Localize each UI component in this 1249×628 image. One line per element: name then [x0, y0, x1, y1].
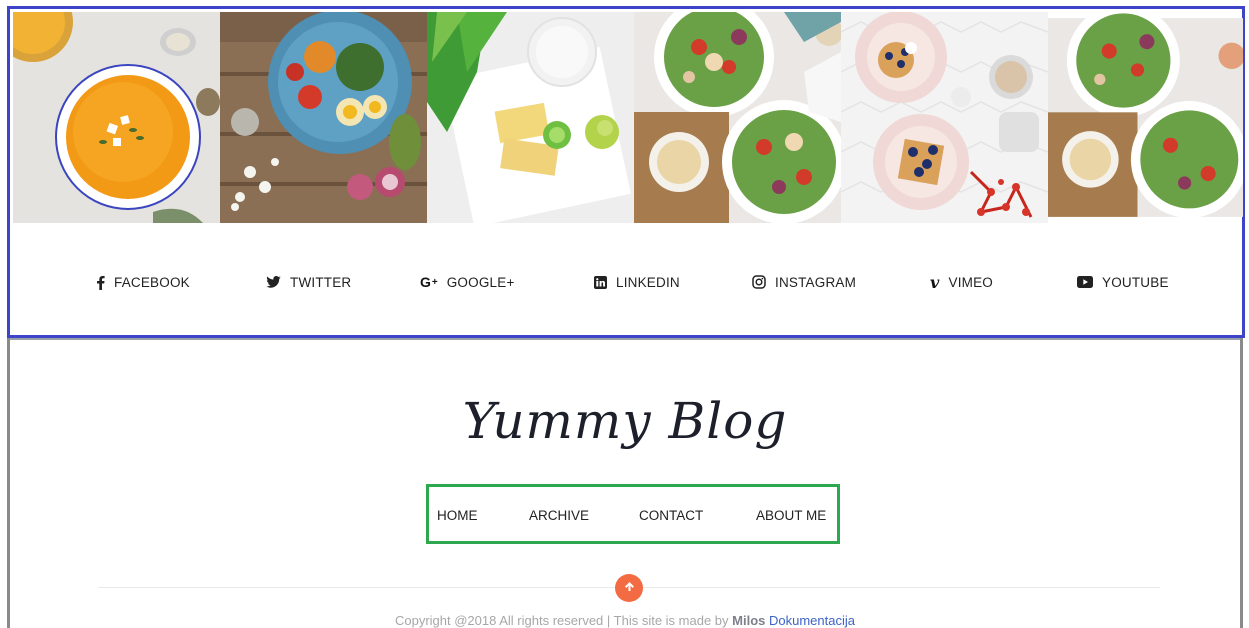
waffles-photo[interactable] — [841, 12, 1048, 223]
linkedin-icon — [594, 275, 607, 289]
linkedin-label: LINKEDIN — [616, 274, 680, 290]
nav-contact[interactable]: CONTACT — [639, 508, 703, 523]
google-plus-label: GOOGLE+ — [446, 274, 515, 290]
social-links-bar: FACEBOOK TWITTER G + GOOGLE+ LINKEDIN INS… — [10, 223, 1242, 338]
blog-logo[interactable]: Yummy Blog — [10, 392, 1240, 450]
facebook-icon — [96, 275, 105, 290]
scroll-to-top-button[interactable] — [615, 574, 643, 602]
linkedin-link[interactable]: LINKEDIN — [594, 271, 680, 293]
main-nav: HOME ARCHIVE CONTACT ABOUT ME — [426, 484, 840, 544]
facebook-link[interactable]: FACEBOOK — [96, 271, 190, 293]
instagram-icon — [752, 275, 766, 289]
sandwich-plate-photo[interactable] — [427, 12, 634, 223]
google-plus-icon: G + — [420, 274, 438, 290]
nav-home[interactable]: HOME — [437, 508, 478, 523]
google-plus-link[interactable]: G + GOOGLE+ — [420, 271, 515, 293]
pumpkin-soup-photo[interactable] — [13, 12, 220, 223]
salad-bowl-photo[interactable] — [220, 12, 427, 223]
instagram-feed-section: FACEBOOK TWITTER G + GOOGLE+ LINKEDIN INS… — [7, 6, 1245, 338]
arrow-up-icon — [624, 579, 635, 597]
instagram-link[interactable]: INSTAGRAM — [752, 271, 856, 293]
salad-plates-photo-2[interactable] — [1048, 12, 1243, 223]
twitter-link[interactable]: TWITTER — [266, 271, 351, 293]
youtube-label: YOUTUBE — [1102, 274, 1169, 290]
twitter-label: TWITTER — [290, 274, 352, 290]
youtube-icon — [1077, 276, 1093, 288]
instagram-label: INSTAGRAM — [775, 274, 857, 290]
nav-archive[interactable]: ARCHIVE — [529, 508, 589, 523]
photo-gallery — [13, 12, 1243, 223]
vimeo-link[interactable]: v VIMEO — [930, 271, 993, 293]
facebook-label: FACEBOOK — [114, 274, 190, 290]
dokumentacija-link[interactable]: Dokumentacija — [769, 613, 855, 628]
twitter-icon — [266, 276, 281, 288]
author-name: Milos — [732, 613, 766, 628]
copyright-text: Copyright @2018 All rights reserved | Th… — [10, 613, 1240, 628]
blog-footer-section: Yummy Blog HOME ARCHIVE CONTACT ABOUT ME… — [10, 338, 1240, 628]
nav-about-me[interactable]: ABOUT ME — [756, 508, 826, 523]
vimeo-icon: v — [930, 272, 940, 292]
copyright-label: Copyright @2018 All rights reserved | Th… — [394, 613, 733, 628]
youtube-link[interactable]: YOUTUBE — [1077, 271, 1169, 293]
vimeo-label: VIMEO — [948, 274, 994, 290]
salad-plates-photo[interactable] — [634, 12, 841, 223]
